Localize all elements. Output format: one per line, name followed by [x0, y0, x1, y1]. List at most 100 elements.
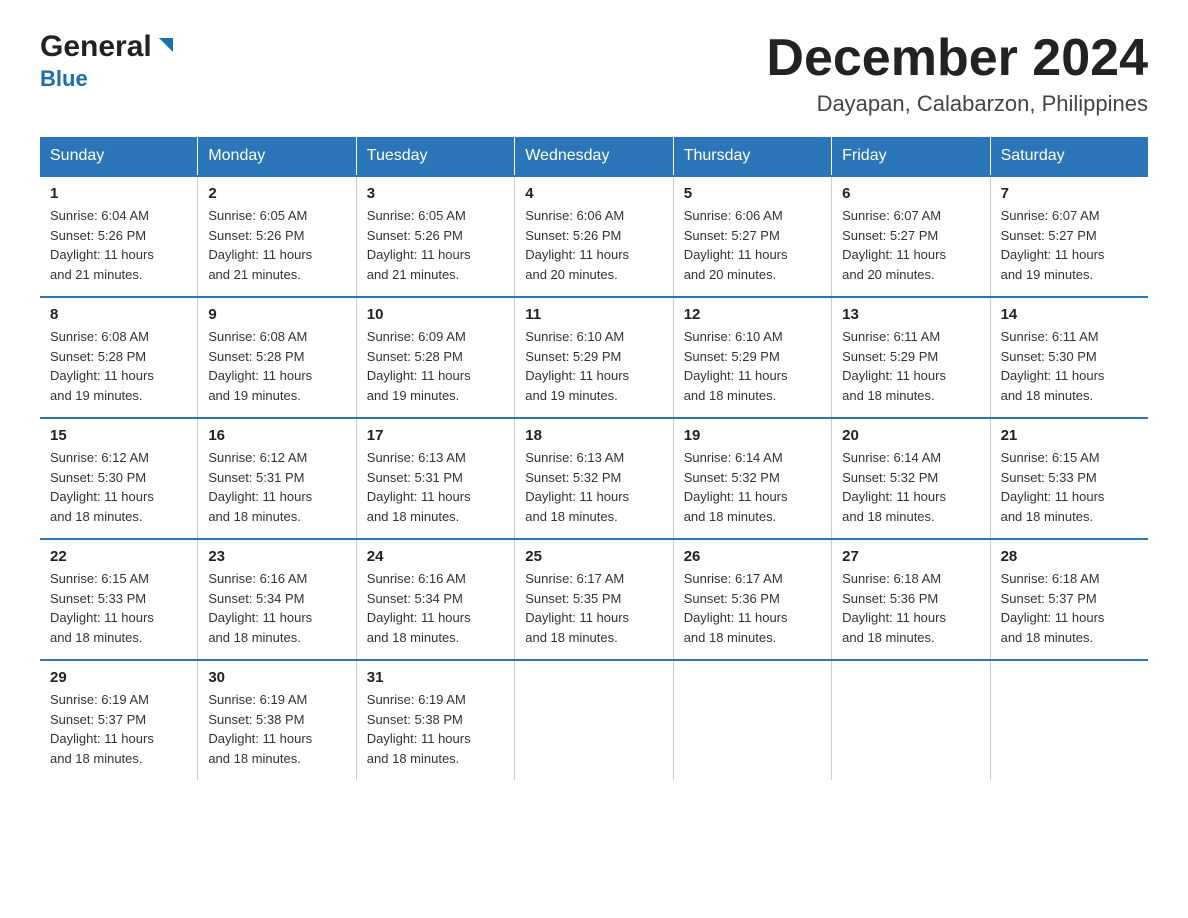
calendar-cell: 24 Sunrise: 6:16 AM Sunset: 5:34 PM Dayl… [356, 539, 514, 660]
calendar-cell: 20 Sunrise: 6:14 AM Sunset: 5:32 PM Dayl… [832, 418, 990, 539]
day-info: Sunrise: 6:12 AM Sunset: 5:31 PM Dayligh… [208, 448, 345, 526]
day-info: Sunrise: 6:08 AM Sunset: 5:28 PM Dayligh… [208, 327, 345, 405]
calendar-cell: 19 Sunrise: 6:14 AM Sunset: 5:32 PM Dayl… [673, 418, 831, 539]
calendar-cell: 2 Sunrise: 6:05 AM Sunset: 5:26 PM Dayli… [198, 176, 356, 297]
day-header-saturday: Saturday [990, 137, 1148, 176]
day-number: 7 [1001, 185, 1138, 202]
day-number: 6 [842, 185, 979, 202]
page-header: General Blue December 2024 Dayapan, Cala… [40, 30, 1148, 117]
calendar-cell: 9 Sunrise: 6:08 AM Sunset: 5:28 PM Dayli… [198, 297, 356, 418]
day-info: Sunrise: 6:05 AM Sunset: 5:26 PM Dayligh… [208, 206, 345, 284]
day-number: 2 [208, 185, 345, 202]
calendar-cell [832, 660, 990, 780]
calendar-cell: 12 Sunrise: 6:10 AM Sunset: 5:29 PM Dayl… [673, 297, 831, 418]
day-header-friday: Friday [832, 137, 990, 176]
calendar-cell: 14 Sunrise: 6:11 AM Sunset: 5:30 PM Dayl… [990, 297, 1148, 418]
day-number: 17 [367, 427, 504, 444]
calendar-cell: 13 Sunrise: 6:11 AM Sunset: 5:29 PM Dayl… [832, 297, 990, 418]
day-number: 30 [208, 669, 345, 686]
calendar-week-row: 8 Sunrise: 6:08 AM Sunset: 5:28 PM Dayli… [40, 297, 1148, 418]
day-number: 31 [367, 669, 504, 686]
calendar-cell: 29 Sunrise: 6:19 AM Sunset: 5:37 PM Dayl… [40, 660, 198, 780]
calendar-cell: 30 Sunrise: 6:19 AM Sunset: 5:38 PM Dayl… [198, 660, 356, 780]
title-section: December 2024 Dayapan, Calabarzon, Phili… [766, 30, 1148, 117]
calendar-cell: 22 Sunrise: 6:15 AM Sunset: 5:33 PM Dayl… [40, 539, 198, 660]
day-number: 3 [367, 185, 504, 202]
day-number: 14 [1001, 306, 1138, 323]
calendar-week-row: 15 Sunrise: 6:12 AM Sunset: 5:30 PM Dayl… [40, 418, 1148, 539]
day-info: Sunrise: 6:17 AM Sunset: 5:35 PM Dayligh… [525, 569, 662, 647]
day-info: Sunrise: 6:15 AM Sunset: 5:33 PM Dayligh… [50, 569, 187, 647]
day-info: Sunrise: 6:14 AM Sunset: 5:32 PM Dayligh… [684, 448, 821, 526]
day-number: 27 [842, 548, 979, 565]
calendar-subtitle: Dayapan, Calabarzon, Philippines [766, 91, 1148, 117]
calendar-cell: 16 Sunrise: 6:12 AM Sunset: 5:31 PM Dayl… [198, 418, 356, 539]
day-info: Sunrise: 6:05 AM Sunset: 5:26 PM Dayligh… [367, 206, 504, 284]
calendar-cell: 17 Sunrise: 6:13 AM Sunset: 5:31 PM Dayl… [356, 418, 514, 539]
day-number: 26 [684, 548, 821, 565]
logo-blue-text: Blue [40, 66, 88, 92]
day-info: Sunrise: 6:09 AM Sunset: 5:28 PM Dayligh… [367, 327, 504, 405]
day-number: 24 [367, 548, 504, 565]
day-info: Sunrise: 6:10 AM Sunset: 5:29 PM Dayligh… [684, 327, 821, 405]
logo-general-text: General [40, 30, 152, 64]
day-number: 29 [50, 669, 187, 686]
day-info: Sunrise: 6:13 AM Sunset: 5:31 PM Dayligh… [367, 448, 504, 526]
calendar-cell [515, 660, 673, 780]
day-number: 22 [50, 548, 187, 565]
day-info: Sunrise: 6:18 AM Sunset: 5:37 PM Dayligh… [1001, 569, 1138, 647]
day-info: Sunrise: 6:15 AM Sunset: 5:33 PM Dayligh… [1001, 448, 1138, 526]
calendar-cell: 25 Sunrise: 6:17 AM Sunset: 5:35 PM Dayl… [515, 539, 673, 660]
day-number: 16 [208, 427, 345, 444]
calendar-cell: 28 Sunrise: 6:18 AM Sunset: 5:37 PM Dayl… [990, 539, 1148, 660]
calendar-cell: 7 Sunrise: 6:07 AM Sunset: 5:27 PM Dayli… [990, 176, 1148, 297]
calendar-cell: 6 Sunrise: 6:07 AM Sunset: 5:27 PM Dayli… [832, 176, 990, 297]
calendar-cell: 10 Sunrise: 6:09 AM Sunset: 5:28 PM Dayl… [356, 297, 514, 418]
day-info: Sunrise: 6:04 AM Sunset: 5:26 PM Dayligh… [50, 206, 187, 284]
calendar-table: SundayMondayTuesdayWednesdayThursdayFrid… [40, 137, 1148, 780]
calendar-cell [673, 660, 831, 780]
day-number: 19 [684, 427, 821, 444]
calendar-week-row: 1 Sunrise: 6:04 AM Sunset: 5:26 PM Dayli… [40, 176, 1148, 297]
day-number: 18 [525, 427, 662, 444]
day-info: Sunrise: 6:07 AM Sunset: 5:27 PM Dayligh… [1001, 206, 1138, 284]
calendar-cell: 15 Sunrise: 6:12 AM Sunset: 5:30 PM Dayl… [40, 418, 198, 539]
calendar-cell: 31 Sunrise: 6:19 AM Sunset: 5:38 PM Dayl… [356, 660, 514, 780]
day-info: Sunrise: 6:10 AM Sunset: 5:29 PM Dayligh… [525, 327, 662, 405]
day-header-thursday: Thursday [673, 137, 831, 176]
day-number: 8 [50, 306, 187, 323]
day-info: Sunrise: 6:16 AM Sunset: 5:34 PM Dayligh… [367, 569, 504, 647]
day-number: 4 [525, 185, 662, 202]
calendar-cell: 21 Sunrise: 6:15 AM Sunset: 5:33 PM Dayl… [990, 418, 1148, 539]
calendar-week-row: 29 Sunrise: 6:19 AM Sunset: 5:37 PM Dayl… [40, 660, 1148, 780]
calendar-cell: 18 Sunrise: 6:13 AM Sunset: 5:32 PM Dayl… [515, 418, 673, 539]
calendar-header-row: SundayMondayTuesdayWednesdayThursdayFrid… [40, 137, 1148, 176]
day-header-tuesday: Tuesday [356, 137, 514, 176]
day-number: 1 [50, 185, 187, 202]
day-number: 25 [525, 548, 662, 565]
day-info: Sunrise: 6:13 AM Sunset: 5:32 PM Dayligh… [525, 448, 662, 526]
day-number: 15 [50, 427, 187, 444]
calendar-cell: 23 Sunrise: 6:16 AM Sunset: 5:34 PM Dayl… [198, 539, 356, 660]
day-number: 5 [684, 185, 821, 202]
day-header-sunday: Sunday [40, 137, 198, 176]
day-info: Sunrise: 6:07 AM Sunset: 5:27 PM Dayligh… [842, 206, 979, 284]
day-info: Sunrise: 6:08 AM Sunset: 5:28 PM Dayligh… [50, 327, 187, 405]
day-number: 20 [842, 427, 979, 444]
day-number: 23 [208, 548, 345, 565]
calendar-cell: 26 Sunrise: 6:17 AM Sunset: 5:36 PM Dayl… [673, 539, 831, 660]
calendar-title: December 2024 [766, 30, 1148, 87]
calendar-cell: 27 Sunrise: 6:18 AM Sunset: 5:36 PM Dayl… [832, 539, 990, 660]
day-header-wednesday: Wednesday [515, 137, 673, 176]
day-number: 13 [842, 306, 979, 323]
calendar-week-row: 22 Sunrise: 6:15 AM Sunset: 5:33 PM Dayl… [40, 539, 1148, 660]
day-info: Sunrise: 6:11 AM Sunset: 5:29 PM Dayligh… [842, 327, 979, 405]
day-info: Sunrise: 6:06 AM Sunset: 5:27 PM Dayligh… [684, 206, 821, 284]
day-number: 11 [525, 306, 662, 323]
calendar-cell: 5 Sunrise: 6:06 AM Sunset: 5:27 PM Dayli… [673, 176, 831, 297]
day-info: Sunrise: 6:11 AM Sunset: 5:30 PM Dayligh… [1001, 327, 1138, 405]
day-info: Sunrise: 6:17 AM Sunset: 5:36 PM Dayligh… [684, 569, 821, 647]
day-info: Sunrise: 6:19 AM Sunset: 5:38 PM Dayligh… [367, 690, 504, 768]
calendar-cell: 3 Sunrise: 6:05 AM Sunset: 5:26 PM Dayli… [356, 176, 514, 297]
day-info: Sunrise: 6:06 AM Sunset: 5:26 PM Dayligh… [525, 206, 662, 284]
